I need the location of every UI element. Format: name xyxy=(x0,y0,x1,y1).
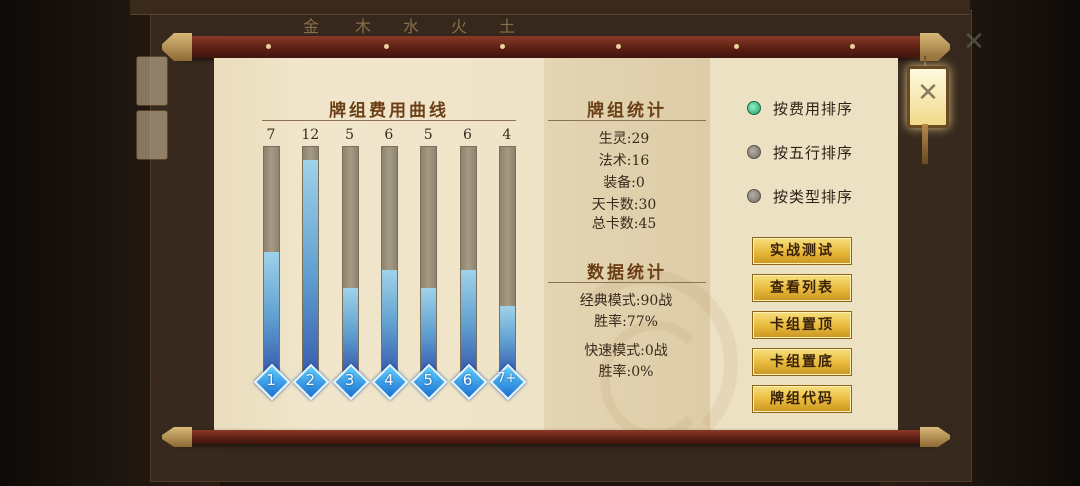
rod-stud xyxy=(266,44,271,49)
cost-bar-track xyxy=(380,146,398,372)
radio-selected-icon xyxy=(747,101,761,115)
stat-classic-winrate: 胜率:77% xyxy=(594,314,658,330)
stat-quick-mode: 快速模式:0战 xyxy=(584,343,668,359)
stat-heaven-cards: 天卡数:30 xyxy=(591,197,657,213)
cost-gem-label: 3 xyxy=(344,371,355,389)
deck-code-button[interactable]: 牌组代码 xyxy=(752,385,852,413)
sort-option-label: 按类型排序 xyxy=(773,188,854,206)
scroll-top-rod xyxy=(162,33,936,61)
cost-gem-label: 2 xyxy=(305,371,316,389)
cost-curve-title: 牌组费用曲线 xyxy=(329,101,449,121)
rod-stud xyxy=(734,44,739,49)
background-topbar xyxy=(130,0,970,15)
cost-bar-track xyxy=(459,146,477,372)
title-divider xyxy=(548,282,706,283)
scroll-bottom-rod xyxy=(162,427,936,447)
bg-side-tab-2 xyxy=(136,110,168,160)
data-stats-title: 数据统计 xyxy=(587,263,667,283)
stat-equipment: 装备:0 xyxy=(603,175,645,191)
bar-count-label: 4 xyxy=(502,127,512,143)
cost-bar-track xyxy=(498,146,516,372)
rod-stud xyxy=(616,44,621,49)
close-icon: ✕ xyxy=(917,78,939,108)
cost-gem-label: 6 xyxy=(462,371,473,389)
cost-gem-label: 4 xyxy=(384,371,394,389)
stat-quick-winrate: 胜率:0% xyxy=(598,364,654,380)
stat-creatures: 生灵:29 xyxy=(598,131,650,147)
cost-bar-fill xyxy=(303,160,319,371)
bar-count-label: 12 xyxy=(301,127,320,143)
stat-spells: 法术:16 xyxy=(598,153,650,169)
bg-side-tab-1 xyxy=(136,56,168,106)
cost-bar-track xyxy=(263,146,280,372)
cost-bar-track xyxy=(302,146,320,372)
sort-option-label: 按费用排序 xyxy=(773,100,854,118)
title-divider xyxy=(262,120,516,121)
stat-total-cards: 总卡数:45 xyxy=(591,216,657,232)
bar-count-label: 5 xyxy=(345,127,355,143)
radio-unselected-icon xyxy=(747,189,761,203)
bg-close-icon: ✕ xyxy=(963,27,985,57)
deck-pin-top-button[interactable]: 卡组置顶 xyxy=(752,311,852,339)
cost-bar-fill xyxy=(342,288,358,371)
title-divider xyxy=(548,120,706,121)
bar-count-label: 7 xyxy=(266,127,276,143)
cost-gem-label: 1 xyxy=(266,371,276,389)
bar-count-label: 6 xyxy=(463,127,472,143)
cost-gem-label: 5 xyxy=(423,371,433,389)
rod-stud xyxy=(850,44,855,49)
view-list-button[interactable]: 查看列表 xyxy=(752,274,852,302)
rod-stud xyxy=(500,44,505,49)
lantern-tassel xyxy=(922,124,928,164)
cost-bar-fill xyxy=(264,252,279,371)
radio-unselected-icon xyxy=(747,145,761,159)
cost-bar-fill xyxy=(381,270,397,371)
close-button[interactable]: ✕ xyxy=(907,66,949,128)
rod-stud xyxy=(384,44,389,49)
bar-count-label: 6 xyxy=(384,127,394,143)
stat-classic-mode: 经典模式:90战 xyxy=(579,293,673,309)
cost-gem-label: 7+ xyxy=(497,371,517,386)
cost-bar-track xyxy=(341,146,359,372)
bar-count-label: 5 xyxy=(423,127,433,143)
sort-option-label: 按五行排序 xyxy=(773,144,854,162)
cost-bar-fill xyxy=(499,306,515,371)
deck-stats-title: 牌组统计 xyxy=(587,101,667,121)
cost-bar-fill xyxy=(421,288,437,371)
cost-bar-track xyxy=(420,146,438,372)
practice-test-button[interactable]: 实战测试 xyxy=(752,237,852,265)
cost-bar-fill xyxy=(460,270,476,371)
deck-pin-bottom-button[interactable]: 卡组置底 xyxy=(752,348,852,376)
